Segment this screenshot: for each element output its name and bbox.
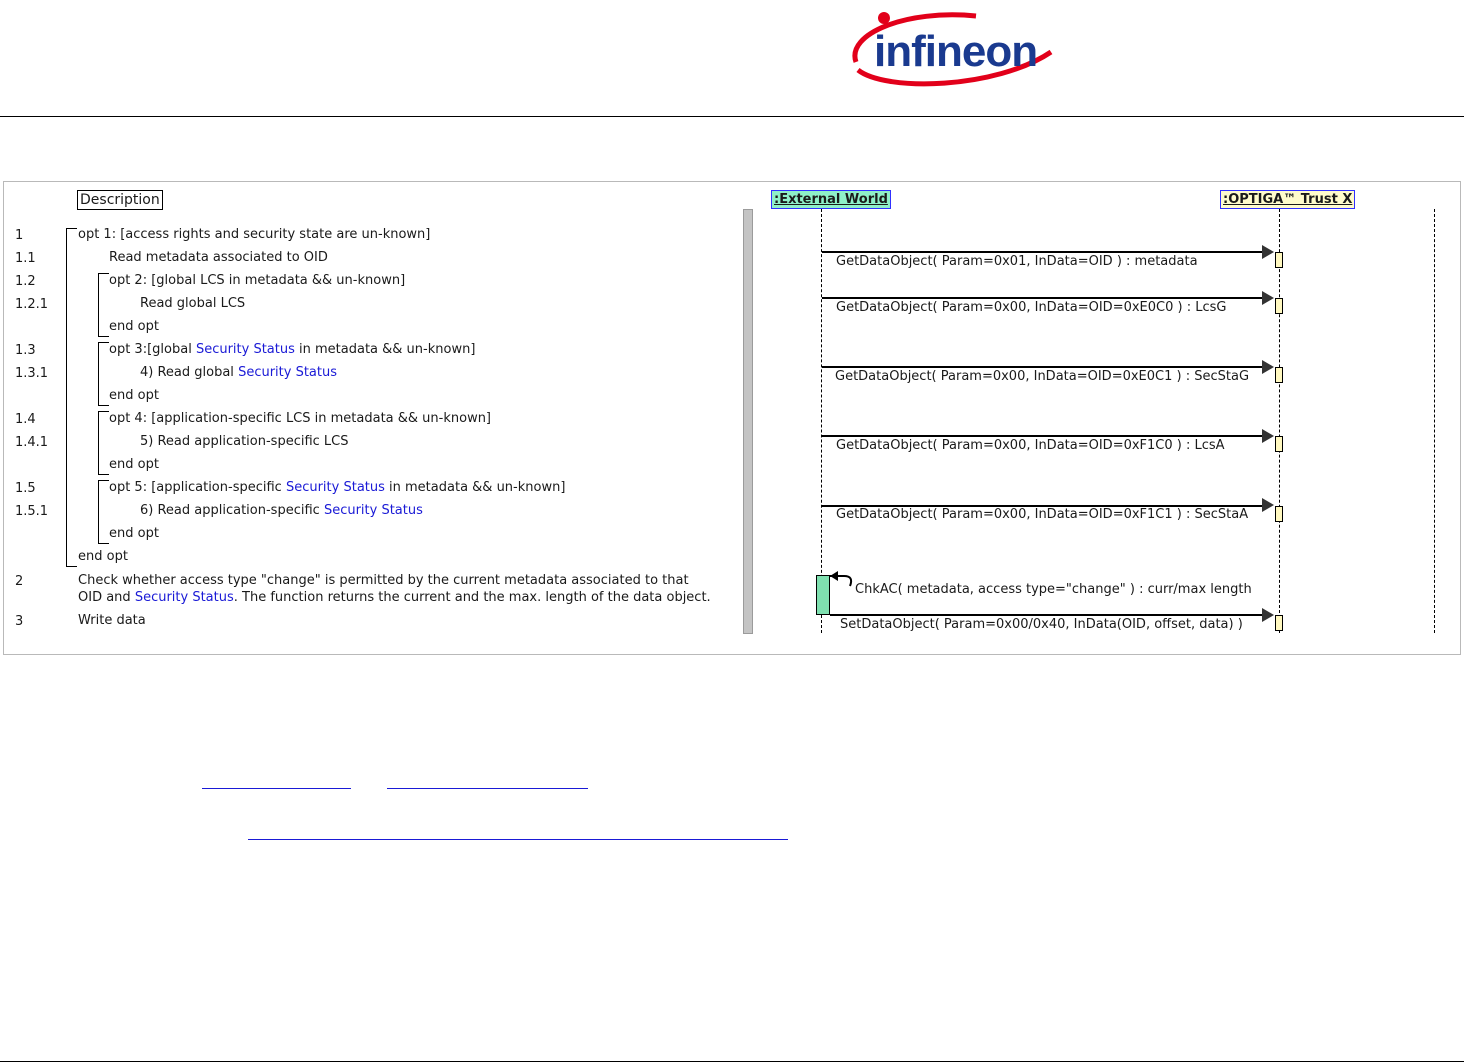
step-1-1-text: Read metadata associated to OID <box>109 250 328 265</box>
external-world-lifeline-header: :External World <box>771 190 891 209</box>
message-label: SetDataObject( Param=0x00/0x40, InData(O… <box>840 617 1243 632</box>
end-opt-5: end opt <box>109 526 159 541</box>
right-boundary-lifeline <box>1434 209 1435 633</box>
security-status-term: Security Status <box>323 503 423 518</box>
row-number: 1.2 <box>15 274 36 289</box>
row-number: 1.1 <box>15 251 36 266</box>
opt5-bracket <box>98 480 109 544</box>
row-number: 1.5 <box>15 481 36 496</box>
row-number: 1 <box>15 228 24 243</box>
row-number: 1.4 <box>15 412 36 427</box>
hyperlink[interactable] <box>248 839 788 840</box>
step-3-text: Write data <box>78 613 146 628</box>
end-opt-1: end opt <box>78 549 128 564</box>
arrowhead-icon <box>1262 245 1274 259</box>
header-rule <box>0 116 1464 117</box>
hyperlink[interactable] <box>387 788 588 789</box>
row-number: 1.4.1 <box>15 435 49 450</box>
arrowhead-icon <box>1262 608 1274 622</box>
opt2-bracket <box>98 273 109 337</box>
security-status-term: Security Status <box>134 590 234 605</box>
description-heading: Description <box>77 190 163 210</box>
row-number: 2 <box>15 574 24 589</box>
end-opt-2: end opt <box>109 319 159 334</box>
row-number: 1.3 <box>15 343 36 358</box>
arrowhead-icon <box>1262 498 1274 512</box>
opt1-bracket <box>66 228 77 567</box>
optiga-lifeline-header: :OPTIGA™ Trust X <box>1220 190 1356 209</box>
message-arrow-line <box>822 435 1262 437</box>
activation-box <box>1275 506 1283 522</box>
message-label: ChkAC( metadata, access type="change" ) … <box>855 582 1252 597</box>
opt4-text: opt 4: [application-specific LCS in meta… <box>109 411 492 426</box>
message-label: GetDataObject( Param=0x00, InData=OID=0x… <box>836 438 1225 453</box>
end-opt-4: end opt <box>109 457 159 472</box>
security-status-term: Security Status <box>238 365 338 380</box>
message-label: GetDataObject( Param=0x00, InData=OID=0x… <box>836 507 1249 522</box>
infineon-logo: infineon <box>852 12 1053 87</box>
activation-box <box>1275 298 1283 314</box>
opt2-text: opt 2: [global LCS in metadata && un-kno… <box>109 273 406 288</box>
svg-text:infineon: infineon <box>874 27 1037 76</box>
arrowhead-icon <box>1262 291 1274 305</box>
arrowhead-icon <box>1262 360 1274 374</box>
arrowhead-icon <box>1262 429 1274 443</box>
step-2-line1: Check whether access type "change" is pe… <box>78 573 689 588</box>
step-1-4-1-text: 5) Read application-specific LCS <box>140 434 349 449</box>
step-1-5-1-text: 6) Read application-specific Security St… <box>140 503 423 518</box>
activation-box <box>1275 615 1283 631</box>
security-status-term: Security Status <box>195 342 295 357</box>
row-number: 1.2.1 <box>15 297 49 312</box>
activation-box <box>1275 436 1283 452</box>
message-arrow-line <box>822 251 1262 253</box>
message-arrow-line <box>822 366 1262 368</box>
opt4-bracket <box>98 411 109 475</box>
message-label: GetDataObject( Param=0x00, InData=OID=0x… <box>836 300 1227 315</box>
vertical-scrollbar[interactable] <box>743 209 753 634</box>
self-call-arrow-icon <box>830 571 853 587</box>
step-2-line2: OID and Security Status. The function re… <box>78 590 711 605</box>
opt1-text: opt 1: [access rights and security state… <box>78 227 431 242</box>
row-number: 3 <box>15 614 24 629</box>
opt5-text: opt 5: [application-specific Security St… <box>109 480 566 495</box>
step-1-2-1-text: Read global LCS <box>140 296 246 311</box>
end-opt-3: end opt <box>109 388 159 403</box>
step-1-3-1-text: 4) Read global Security Status <box>140 365 338 380</box>
message-arrow-line <box>822 297 1262 299</box>
optiga-lifeline <box>1279 209 1280 633</box>
external-world-lifeline <box>821 209 822 633</box>
message-arrow-line <box>830 614 1262 616</box>
message-label: GetDataObject( Param=0x00, InData=OID=0x… <box>835 369 1250 384</box>
activation-box <box>1275 367 1283 383</box>
message-label: GetDataObject( Param=0x01, InData=OID ) … <box>836 254 1198 269</box>
hyperlink[interactable] <box>202 788 351 789</box>
activation-box <box>1275 252 1283 268</box>
row-number: 1.5.1 <box>15 504 49 519</box>
opt3-text: opt 3:[global Security Status in metadat… <box>109 342 476 357</box>
security-status-term: Security Status <box>285 480 385 495</box>
opt3-bracket <box>98 342 109 406</box>
footer-rule <box>0 1061 1464 1062</box>
row-number: 1.3.1 <box>15 366 49 381</box>
